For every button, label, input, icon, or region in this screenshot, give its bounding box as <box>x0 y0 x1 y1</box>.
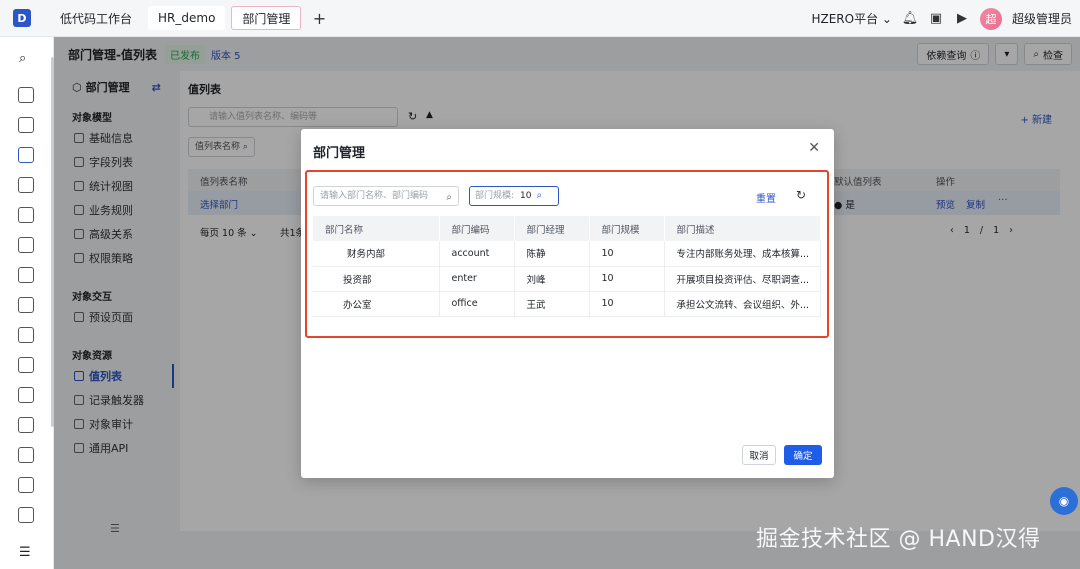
dept-scale-filter[interactable]: 部门规模: 10 ⌕ <box>469 186 559 206</box>
col-dept-manager: 部门经理 <box>514 216 590 241</box>
tab-dept-management[interactable]: 部门管理 <box>231 6 302 30</box>
rail-icon-4[interactable] <box>18 177 34 193</box>
cell-dept-code: account <box>439 241 515 267</box>
rail-icon-14[interactable] <box>18 477 34 493</box>
cell-dept-desc: 开展项目投资评估、尽职调查... <box>664 266 821 292</box>
scale-label: 部门规模: <box>475 191 515 201</box>
cell-dept-code: office <box>439 291 515 317</box>
dept-picker-modal: 部门管理 ✕ 请输入部门名称、部门编码 ⌕ 部门规模: 10 ⌕ 重置 ↻ 部门… <box>301 129 834 478</box>
rail-icon-1[interactable] <box>18 87 34 103</box>
reset-button[interactable]: 重置 <box>756 190 776 205</box>
tab-hr-demo[interactable]: HR_demo <box>148 6 226 30</box>
cell-dept-name: 办公室 <box>313 291 440 317</box>
cell-dept-scale: 10 <box>589 241 665 267</box>
platform-switcher[interactable]: HZERO平台 ⌄ <box>811 10 892 27</box>
chat-assistant-icon[interactable]: ◉ <box>1050 487 1078 515</box>
dept-search-input[interactable]: 请输入部门名称、部门编码 ⌕ <box>313 186 459 206</box>
table-header-row: 部门名称 部门编码 部门经理 部门规模 部门描述 <box>313 216 821 241</box>
search-icon[interactable]: ⌕ <box>446 189 452 207</box>
table-row[interactable]: 财务内部 account 陈静 10 专注内部账务处理、成本核算... <box>313 241 821 267</box>
rail-icon-5[interactable] <box>18 207 34 223</box>
rail-icon-10[interactable] <box>18 357 34 373</box>
close-icon[interactable]: ✕ <box>808 140 820 156</box>
add-tab-icon[interactable]: + <box>309 9 329 28</box>
col-dept-desc: 部门描述 <box>664 216 821 241</box>
menu-collapse-icon[interactable]: ☰ <box>19 545 31 560</box>
top-bar: D 低代码工作台 HR_demo 部门管理 + HZERO平台 ⌄ 🔔︎ ▣ ▶… <box>0 0 1080 37</box>
avatar[interactable]: 超 <box>979 7 1002 30</box>
cell-dept-name: 投资部 <box>313 266 440 292</box>
table-row[interactable]: 办公室 office 王武 10 承担公文流转、会议组织、外... <box>313 291 821 317</box>
col-dept-scale: 部门规模 <box>589 216 665 241</box>
rail-icon-object-active[interactable] <box>18 147 34 163</box>
table-row[interactable]: 投资部 enter 刘峰 10 开展项目投资评估、尽职调查... <box>313 266 821 292</box>
dept-table: 部门名称 部门编码 部门经理 部门规模 部门描述 财务内部 account 陈静… <box>313 216 821 317</box>
logo-icon: D <box>13 9 31 27</box>
icon-rail: ⌕ ☰ <box>0 37 54 569</box>
search-icon[interactable]: ⌕ <box>19 51 26 66</box>
cell-dept-desc: 专注内部账务处理、成本核算... <box>664 241 821 267</box>
modal-title: 部门管理 <box>313 146 366 161</box>
rail-icon-9[interactable] <box>18 327 34 343</box>
watermark: 掘金技术社区 @ HAND汉得 <box>756 527 1041 552</box>
cell-dept-scale: 10 <box>589 291 665 317</box>
cancel-button[interactable]: 取消 <box>742 445 776 465</box>
cell-dept-manager: 陈静 <box>514 241 590 267</box>
cell-dept-desc: 承担公文流转、会议组织、外... <box>664 291 821 317</box>
refresh-icon[interactable]: ↻ <box>796 188 806 202</box>
cell-dept-code: enter <box>439 266 515 292</box>
cell-dept-scale: 10 <box>589 266 665 292</box>
shirt-icon[interactable]: ▣ <box>928 11 944 27</box>
username[interactable]: 超级管理员 <box>1012 10 1072 27</box>
col-dept-code: 部门编码 <box>439 216 515 241</box>
rail-icon-15[interactable] <box>18 507 34 523</box>
bell-icon[interactable]: 🔔︎ <box>902 11 919 27</box>
rail-icon-13[interactable] <box>18 447 34 463</box>
rail-icon-12[interactable] <box>18 417 34 433</box>
tab-lowcode-workbench[interactable]: 低代码工作台 <box>50 6 142 30</box>
rail-icon-6[interactable] <box>18 237 34 253</box>
rail-icon-8[interactable] <box>18 297 34 313</box>
rail-icon-2[interactable] <box>18 117 34 133</box>
rail-icon-11[interactable] <box>18 387 34 403</box>
play-icon[interactable]: ▶ <box>954 11 970 27</box>
cell-dept-manager: 刘峰 <box>514 266 590 292</box>
search-icon[interactable]: ⌕ <box>537 187 543 205</box>
rail-icon-7[interactable] <box>18 267 34 283</box>
confirm-button[interactable]: 确定 <box>784 445 822 465</box>
cell-dept-manager: 王武 <box>514 291 590 317</box>
app-logo[interactable]: D <box>0 0 44 37</box>
scale-value: 10 <box>520 191 532 201</box>
col-dept-name: 部门名称 <box>313 216 440 241</box>
cell-dept-name: 财务内部 <box>313 241 440 267</box>
